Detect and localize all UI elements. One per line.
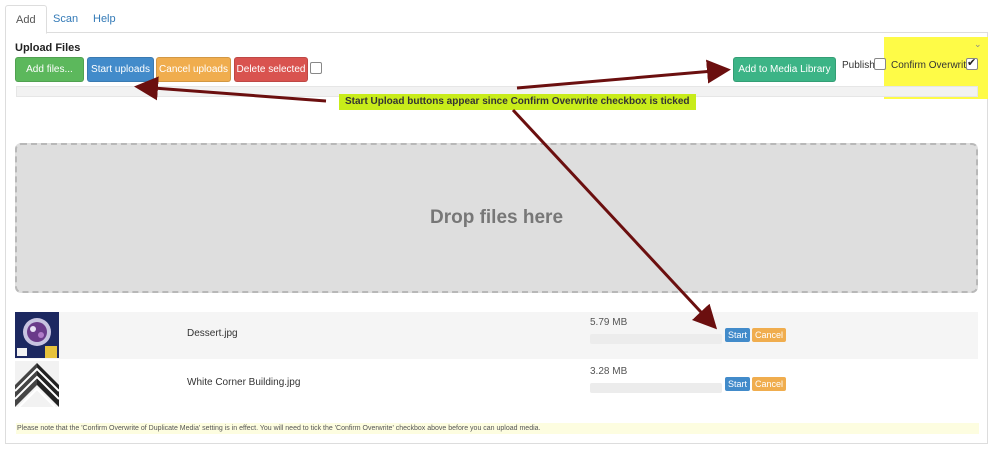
cancel-button[interactable]: Cancel (752, 328, 787, 342)
cancel-button[interactable]: Cancel (752, 377, 787, 391)
start-button[interactable]: Start (725, 377, 751, 391)
confirm-overwrite-checkbox[interactable] (966, 56, 978, 70)
start-button[interactable]: Start (725, 328, 751, 342)
dessert-thumbnail (15, 312, 59, 358)
upload-panel: ⌄ Upload Files Add files... Start upload… (5, 33, 988, 444)
annotation-callout: Start Upload buttons appear since Confir… (339, 94, 696, 110)
publish-label: Publish (842, 60, 875, 71)
upload-files-title: Upload Files (15, 42, 81, 54)
select-all-checkbox[interactable] (310, 62, 322, 74)
tab-bar: Add Scan Help (5, 5, 988, 34)
file-row: White Corner Building.jpg 3.28 MB Start … (15, 361, 978, 408)
building-thumbnail (15, 361, 59, 407)
tab-scan[interactable]: Scan (43, 5, 88, 34)
start-uploads-button[interactable]: Start uploads (87, 57, 154, 82)
file-size: 3.28 MB (590, 366, 628, 377)
file-size: 5.79 MB (590, 317, 628, 328)
delete-selected-button[interactable]: Delete selected (234, 57, 308, 82)
add-files-button[interactable]: Add files... (15, 57, 84, 82)
file-name: White Corner Building.jpg (187, 377, 301, 388)
chevron-down-icon[interactable]: ⌄ (974, 39, 982, 50)
overwrite-note: Please note that the 'Confirm Overwrite … (16, 423, 979, 434)
confirm-overwrite-label: Confirm Overwrite (891, 60, 972, 71)
file-name: Dessert.jpg (187, 328, 238, 339)
tab-add[interactable]: Add (5, 5, 47, 34)
file-progress-bar (590, 383, 722, 393)
cancel-uploads-button[interactable]: Cancel uploads (156, 57, 231, 82)
tab-help[interactable]: Help (83, 5, 126, 34)
publish-checkbox[interactable] (874, 58, 886, 70)
file-progress-bar (590, 334, 722, 344)
drop-zone[interactable]: Drop files here (15, 143, 978, 293)
drop-zone-text: Drop files here (429, 207, 564, 228)
add-to-media-library-button[interactable]: Add to Media Library (733, 57, 836, 82)
file-row: Dessert.jpg 5.79 MB Start Cancel (15, 312, 978, 359)
